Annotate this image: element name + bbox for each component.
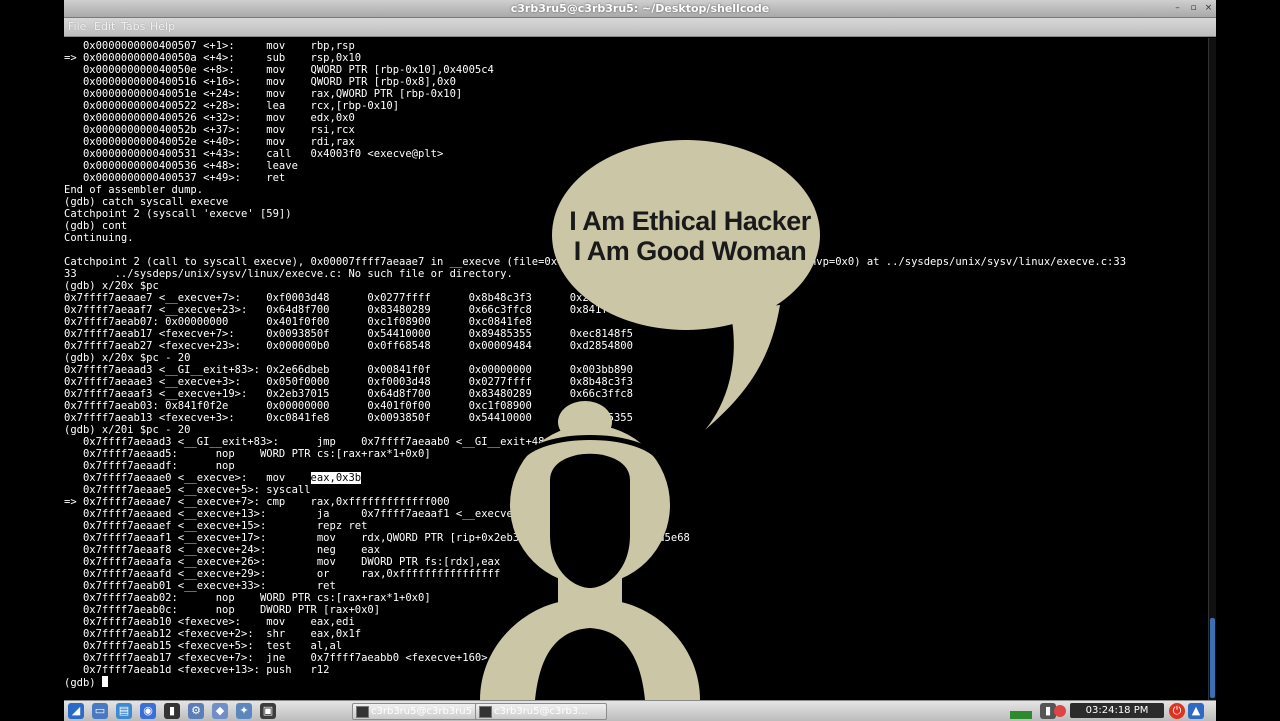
terminal-line: 0x0000000000400531 <+43>: call 0x4003f0 …: [64, 148, 444, 160]
terminal-line: 0x7ffff7aeaae5 <__execve+5>: syscall: [64, 484, 311, 496]
terminal-line: => 0x000000000040050a <+4>: sub rsp,0x10: [64, 52, 362, 64]
terminal-line: 0x000000000040052e <+40>: mov rdi,rax: [64, 136, 355, 148]
close-button[interactable]: ×: [1203, 3, 1214, 14]
terminal-line: 0x7ffff7aeaafd <__execve+29>: or rax,0xf…: [64, 568, 501, 580]
terminal-line: (gdb) x/20x $pc: [64, 280, 159, 292]
cpu-meter-icon: [1010, 711, 1032, 719]
terminal-line: 0x7ffff7aeaad3 <__GI__exit+83>: jmp 0x7f…: [64, 436, 551, 448]
maximize-button[interactable]: ▫: [1188, 3, 1199, 14]
terminal-line: 0x7ffff7aeab07: 0x00000000 0x401f0f00 0x…: [64, 316, 532, 328]
terminal-line: 0x000000000040052b <+37>: mov rsi,rcx: [64, 124, 355, 136]
file-manager-icon[interactable]: ▤: [116, 703, 132, 719]
cube-icon[interactable]: ◆: [212, 703, 228, 719]
menu-tabs[interactable]: Tabs: [121, 20, 145, 33]
settings-icon[interactable]: ⚙: [188, 703, 204, 719]
terminal-line: 0x7ffff7aeab02: nop WORD PTR cs:[rax+rax…: [64, 592, 431, 604]
clock[interactable]: 03:24:18 PM: [1070, 703, 1164, 718]
gdb-prompt[interactable]: (gdb): [64, 676, 108, 689]
terminal-line: => 0x7ffff7aeaae7 <__execve+7>: cmp rax,…: [64, 496, 450, 508]
terminal-line: 0x7ffff7aeaaf8 <__execve+24>: neg eax: [64, 544, 381, 556]
terminal-line: 0x7ffff7aeab03: 0x841f0f2e 0x00000000 0x…: [64, 400, 532, 412]
text-cursor: [101, 676, 108, 687]
monitor-icon[interactable]: ▣: [260, 703, 276, 719]
terminal-line: 0x7ffff7aeab0c: nop DWORD PTR [rax+0x0]: [64, 604, 381, 616]
minimize-button[interactable]: –: [1172, 3, 1183, 14]
selected-text[interactable]: eax,0x3b: [310, 472, 362, 484]
menu-file[interactable]: File: [68, 20, 86, 33]
notification-icon[interactable]: ▲: [1188, 703, 1204, 719]
screen-border-right: [1216, 0, 1280, 720]
network-icon[interactable]: ✦: [236, 703, 252, 719]
terminal-line: 0x7ffff7aeab27 <fexecve+23>: 0x000000b0 …: [64, 340, 633, 352]
terminal-line: 0x0000000000400522 <+28>: lea rcx,[rbp-0…: [64, 100, 400, 112]
terminal-line-prefix: 0x7ffff7aeaae0 <__execve>: mov: [64, 472, 311, 484]
terminal-scrollbar[interactable]: [1208, 38, 1216, 700]
terminal-line: 0x0000000000400536 <+48>: leave: [64, 160, 298, 172]
terminal-line: 0x7ffff7aeaadf: nop: [64, 460, 235, 472]
terminal-line: 0x000000000040051e <+24>: mov rax,QWORD …: [64, 88, 463, 100]
terminal-line: 33 ../sysdeps/unix/sysv/linux/execve.c: …: [64, 268, 513, 280]
terminal-line: (gdb) x/20x $pc - 20: [64, 352, 191, 364]
screen-border-left: [0, 0, 64, 720]
taskbar: ◢ ▭ ▤ ◉ ▮ ⚙ ◆ ✦ ▣ c3rb3ru5@c3rb3ru5 c3rb3ru5@c3r…: [64, 700, 1216, 721]
terminal-line: 0x7ffff7aeaaef <__execve+15>: repz ret: [64, 520, 368, 532]
menu-help[interactable]: Help: [150, 20, 175, 33]
taskbar-task-1[interactable]: c3rb3ru5@c3rb3ru5: [352, 703, 484, 720]
terminal-line: 0x7ffff7aeab15 <fexecve+5>: test al,al: [64, 640, 343, 652]
terminal-line: 0x0000000000400526 <+32>: mov edx,0x0: [64, 112, 355, 124]
terminal-line: 0x7ffff7aeab17 <fexecve+7>: jne 0x7ffff7…: [64, 652, 488, 664]
terminal-line: 0x7ffff7aeaad5: nop WORD PTR cs:[rax+rax…: [64, 448, 431, 460]
terminal-line: End of assembler dump.: [64, 184, 204, 196]
terminal-line: 0x7ffff7aeaad3 <__GI__exit+83>: 0x2e66db…: [64, 364, 633, 376]
terminal-line: 0x0000000000400516 <+16>: mov QWORD PTR …: [64, 76, 456, 88]
terminal-line: (gdb) catch syscall execve: [64, 196, 229, 208]
power-icon[interactable]: ⏻: [1169, 703, 1185, 719]
menu-edit[interactable]: Edit: [94, 20, 115, 33]
terminal-line: 0x7ffff7aeaae0 <__execve>: mov eax,0x3b: [64, 472, 362, 484]
terminal-line: 0x7ffff7aeaafa <__execve+26>: mov DWORD …: [64, 556, 501, 568]
terminal-line: 0x7ffff7aeaaed <__execve+13>: ja 0x7ffff…: [64, 508, 539, 520]
terminal-line: 0x7ffff7aeab17 <fexecve+7>: 0x0093850f 0…: [64, 328, 633, 340]
terminal-line: Catchpoint 2 (call to syscall execve), 0…: [64, 256, 1127, 268]
terminal-line: 0x000000000040050e <+8>: mov QWORD PTR […: [64, 64, 494, 76]
terminal-line: 0x7ffff7aeaaf1 <__execve+17>: mov rdx,QW…: [64, 532, 690, 544]
prompt-text: (gdb): [64, 677, 102, 689]
terminal-line: 0x7ffff7aeab10 <fexecve>: mov eax,edi: [64, 616, 355, 628]
terminal-line: 0x7ffff7aeaaf7 <__execve+23>: 0x64d8f700…: [64, 304, 633, 316]
terminal-line: 0x0000000000400537 <+49>: ret: [64, 172, 286, 184]
terminal-line: Continuing.: [64, 232, 134, 244]
menu-bar: File Edit Tabs Help: [64, 18, 1216, 37]
terminal-line: Catchpoint 2 (syscall 'execve' [59]): [64, 208, 292, 220]
terminal-line: 0x7ffff7aeab13 <fexecve+3>: 0xc0841fe8 0…: [64, 412, 633, 424]
taskbar-task-2[interactable]: c3rb3ru5@c3rb3...: [475, 703, 607, 720]
terminal-line: 0x7ffff7aeaaf3 <__execve+19>: 0x2eb37015…: [64, 388, 633, 400]
show-desktop-icon[interactable]: ▭: [92, 703, 108, 719]
terminal-output[interactable]: 0x0000000000400507 <+1>: mov rbp,rsp => 0…: [64, 40, 1210, 700]
terminal-line: 0x7ffff7aeab1d <fexecve+13>: push r12: [64, 664, 330, 676]
terminal-line: 0x7ffff7aeaae7 <__execve+7>: 0xf0003d48 …: [64, 292, 633, 304]
terminal-icon[interactable]: ▮: [164, 703, 180, 719]
terminal-line: 0x0000000000400507 <+1>: mov rbp,rsp: [64, 40, 355, 52]
terminal-line: 0x7ffff7aeab12 <fexecve+2>: shr eax,0x1f: [64, 628, 362, 640]
terminal-window: c3rb3ru5@c3rb3ru5: ~/Desktop/shellcode –…: [64, 0, 1216, 720]
window-titlebar[interactable]: c3rb3ru5@c3rb3ru5: ~/Desktop/shellcode –…: [64, 0, 1216, 18]
browser-icon[interactable]: ◉: [140, 703, 156, 719]
menu-icon[interactable]: ◢: [68, 703, 84, 719]
window-title: c3rb3ru5@c3rb3ru5: ~/Desktop/shellcode: [510, 2, 770, 15]
scrollbar-thumb[interactable]: [1210, 618, 1215, 698]
terminal-line: 0x7ffff7aeaae3 <__execve+3>: 0x050f0000 …: [64, 376, 633, 388]
terminal-line: (gdb) x/20i $pc - 20: [64, 424, 191, 436]
terminal-line: 0x7ffff7aeab01 <__execve+33>: ret: [64, 580, 336, 592]
record-icon[interactable]: [1054, 705, 1066, 717]
terminal-line: (gdb) cont: [64, 220, 128, 232]
